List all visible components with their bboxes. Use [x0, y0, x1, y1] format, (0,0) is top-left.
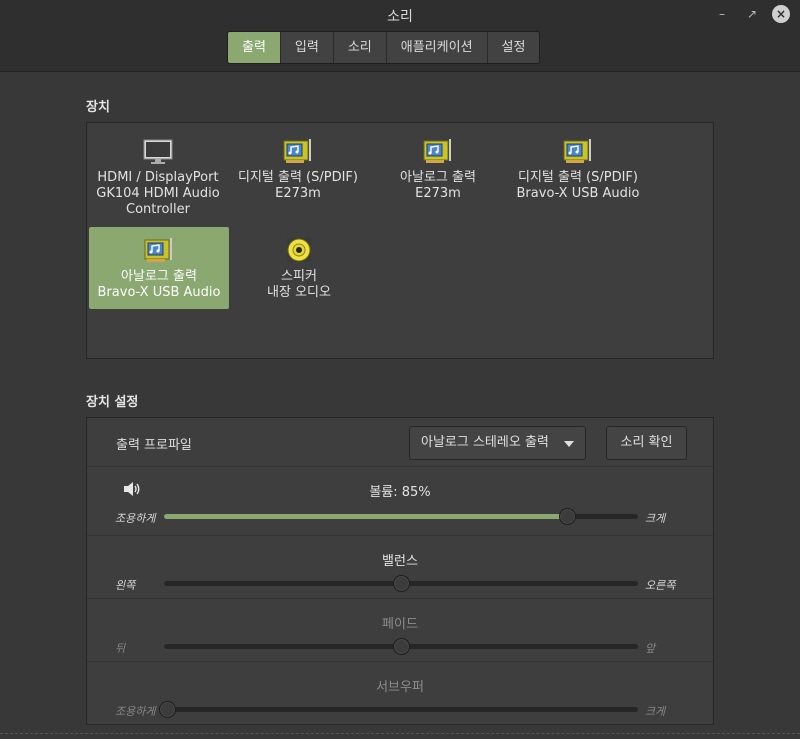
volume-row: 볼륨: 85% 조용하게 크게 — [87, 467, 713, 536]
window-bottom-edge — [0, 733, 800, 739]
sound-card-icon — [423, 139, 451, 163]
maximize-button[interactable]: ↗ — [742, 4, 762, 24]
monitor-icon — [143, 139, 173, 164]
volume-slider-handle[interactable] — [558, 508, 576, 525]
volume-fill — [164, 514, 567, 519]
sound-card-icon — [144, 238, 172, 262]
device-name-line2: 내장 오디오 — [267, 285, 331, 300]
devices-section-label: 장치 — [86, 100, 110, 115]
test-sound-button[interactable]: 소리 확인 — [606, 426, 687, 460]
device-speaker[interactable]: 스피커 내장 오디오 — [229, 227, 369, 309]
fade-front-label: 앞 — [645, 642, 656, 655]
subwoofer-min-label: 조용하게 — [115, 705, 156, 718]
output-profile-dropdown[interactable]: 아날로그 스테레오 출력 — [409, 426, 586, 460]
tab-sounds[interactable]: 소리 — [333, 32, 387, 63]
subwoofer-slider-handle[interactable] — [159, 701, 176, 718]
device-name-line3: Controller — [126, 202, 190, 217]
device-analog-bravo[interactable]: 아날로그 출력 Bravo-X USB Audio — [89, 227, 229, 309]
device-list: HDMI / DisplayPort GK104 HDMI Audio Cont… — [86, 122, 714, 359]
minimize-button[interactable]: – — [712, 4, 732, 24]
balance-right-label: 오른쪽 — [645, 579, 676, 592]
device-name-line2: Bravo-X USB Audio — [97, 285, 221, 300]
output-profile-row: 출력 프로파일 아날로그 스테레오 출력 소리 확인 — [87, 418, 713, 467]
device-analog-e273m[interactable]: 아날로그 출력 E273m — [368, 128, 508, 210]
balance-row: 밸런스 왼쪽 오른쪽 — [87, 536, 713, 599]
device-name-line2: Bravo-X USB Audio — [516, 186, 640, 201]
device-settings-panel: 출력 프로파일 아날로그 스테레오 출력 소리 확인 볼륨: 85% 조용하게 … — [86, 417, 714, 725]
close-button[interactable]: × — [772, 5, 790, 23]
tab-settings[interactable]: 설정 — [487, 32, 540, 63]
output-profile-value: 아날로그 스테레오 출력 — [421, 435, 549, 450]
device-name-line1: 아날로그 출력 — [121, 269, 197, 284]
sound-card-icon — [563, 139, 591, 163]
fade-rear-label: 뒤 — [115, 642, 126, 655]
output-profile-label: 출력 프로파일 — [116, 438, 192, 453]
subwoofer-max-label: 크게 — [645, 705, 666, 718]
device-settings-label: 장치 설정 — [86, 395, 139, 410]
balance-slider-handle[interactable] — [393, 575, 410, 592]
title-bar: 소리 – ↗ × 출력 입력 소리 애플리케이션 설정 — [0, 0, 800, 72]
fade-slider[interactable] — [164, 638, 638, 655]
volume-slider[interactable] — [164, 508, 638, 525]
device-name-line2: E273m — [275, 186, 321, 201]
device-name-line1: 디지털 출력 (S/PDIF) — [237, 170, 358, 185]
device-name-line2: E273m — [415, 186, 461, 201]
chevron-down-icon — [564, 441, 574, 447]
balance-title: 밸런스 — [382, 554, 418, 569]
tab-output[interactable]: 출력 — [228, 32, 281, 63]
device-digital-bravo[interactable]: 디지털 출력 (S/PDIF) Bravo-X USB Audio — [508, 128, 648, 210]
subwoofer-slider[interactable] — [159, 701, 638, 718]
tab-input[interactable]: 입력 — [280, 32, 334, 63]
device-name-line1: 아날로그 출력 — [400, 170, 476, 185]
volume-max-label: 크게 — [645, 512, 666, 525]
fade-title: 페이드 — [382, 617, 418, 632]
balance-left-label: 왼쪽 — [115, 579, 136, 592]
window-title: 소리 — [387, 9, 413, 25]
fade-slider-handle[interactable] — [393, 638, 410, 655]
device-digital-e273m[interactable]: 디지털 출력 (S/PDIF) E273m — [228, 128, 368, 210]
volume-title: 볼륨: 85% — [369, 485, 431, 500]
device-name-line2: GK104 HDMI Audio — [96, 186, 220, 201]
speaker-device-icon — [287, 238, 311, 262]
device-name-line1: HDMI / DisplayPort — [97, 170, 219, 185]
tab-applications[interactable]: 애플리케이션 — [386, 32, 488, 63]
sound-card-icon — [283, 139, 311, 163]
subwoofer-title: 서브우퍼 — [376, 680, 424, 695]
balance-slider[interactable] — [164, 575, 638, 592]
device-name-line1: 스피커 — [281, 269, 317, 284]
volume-min-label: 조용하게 — [115, 512, 156, 525]
tab-bar: 출력 입력 소리 애플리케이션 설정 — [227, 31, 541, 64]
subwoofer-row: 서브우퍼 조용하게 크게 — [87, 662, 713, 725]
device-name-line1: 디지털 출력 (S/PDIF) — [517, 170, 638, 185]
fade-row: 페이드 뒤 앞 — [87, 599, 713, 662]
device-hdmi[interactable]: HDMI / DisplayPort GK104 HDMI Audio Cont… — [88, 128, 228, 217]
